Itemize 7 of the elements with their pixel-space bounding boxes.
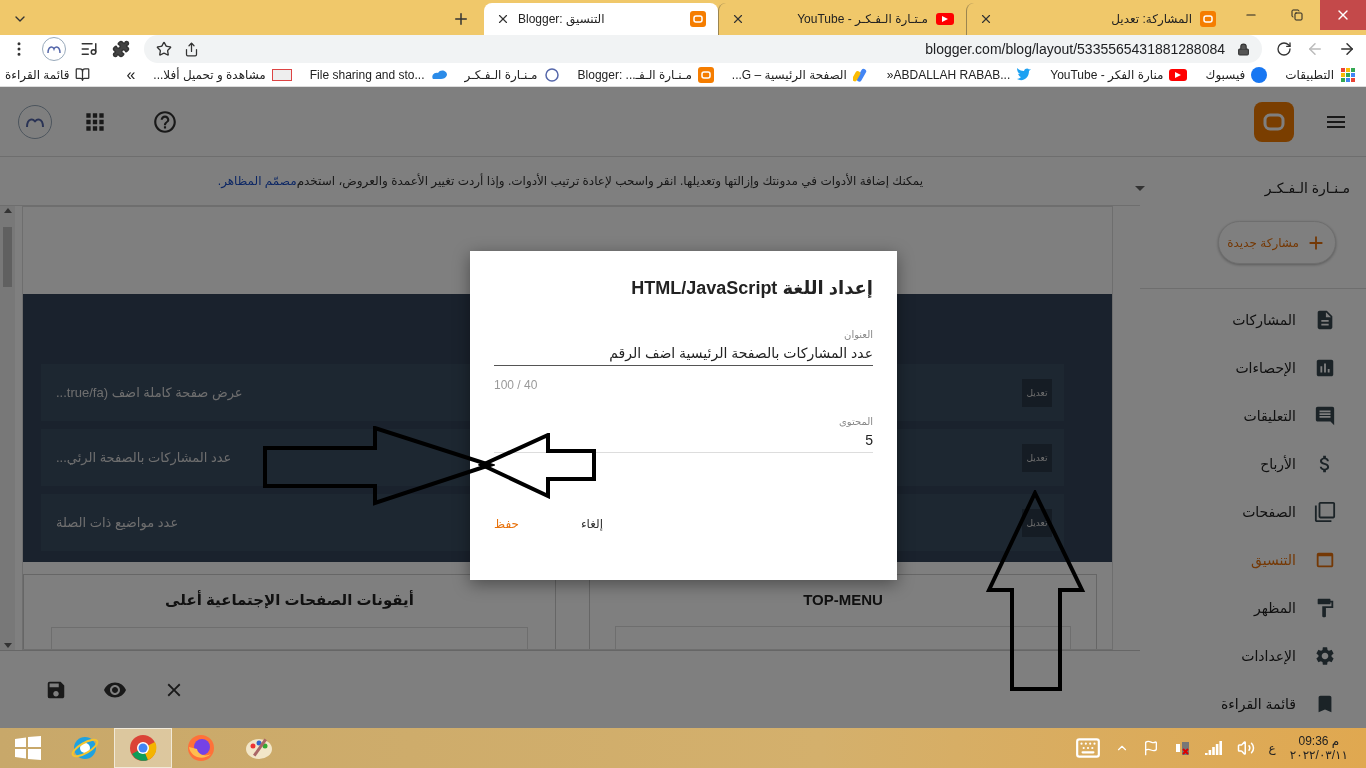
field-label: العنوان: [843, 329, 873, 340]
char-counter: 100 / 40: [494, 378, 538, 392]
field-label: المحتوى: [837, 416, 873, 427]
info-text: يمكنك إضافة الأدوات في مدونتك وإزالتها وتعديلها. انقر واسحب لإعادة ترتيب الأدوات. وإذا أردت تغيير الأعمدة والعروض، استخدممصمّم المظاهر.: [216, 172, 924, 191]
dialog-title: إعداد اللغة HTML/JavaScript: [630, 277, 873, 299]
card-title: أيقونات الصفحات الإجتماعية أعلى: [165, 591, 414, 609]
card-title: TOP-MENU: [803, 591, 883, 608]
